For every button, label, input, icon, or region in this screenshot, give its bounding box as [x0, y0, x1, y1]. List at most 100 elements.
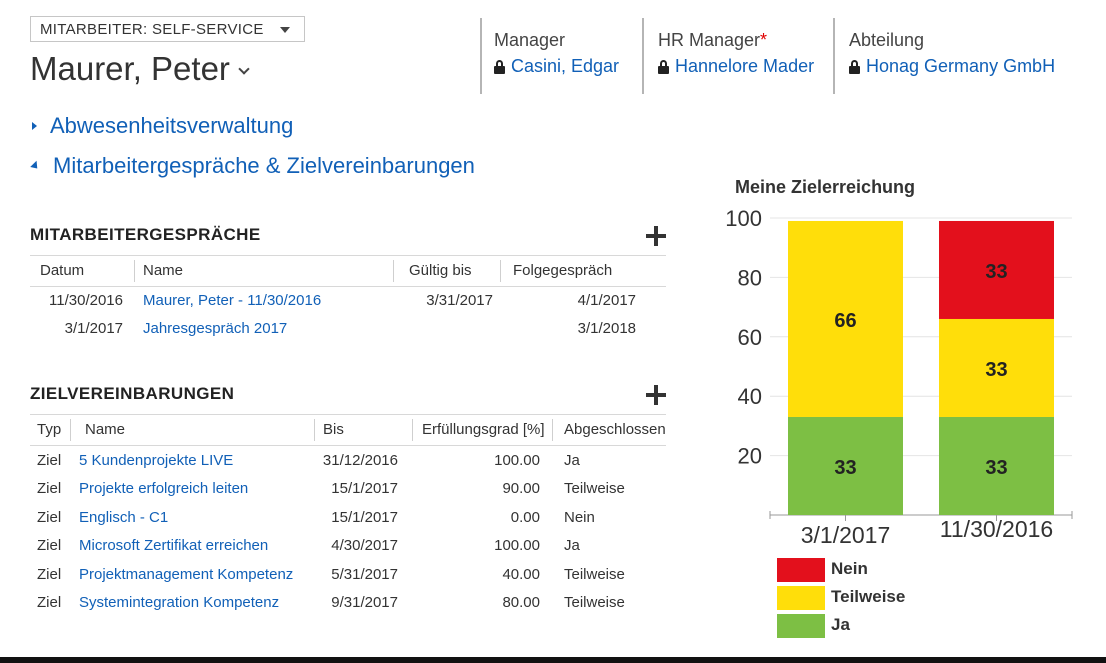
cell-typ: Ziel — [37, 452, 62, 469]
add-review-button[interactable] — [646, 226, 666, 246]
cell-name-link[interactable]: Projektmanagement Kompetenz — [79, 561, 293, 589]
table-row[interactable]: 3/1/2017 Jahresgespräch 2017 3/1/2018 — [30, 315, 666, 343]
cell-name-link[interactable]: 5 Kundenprojekte LIVE — [79, 447, 233, 475]
cell-bis: 15/1/2017 — [331, 509, 398, 526]
lock-icon — [849, 59, 860, 74]
chart-plot: 20 40 60 80 100 33 66 3/1/2017 33 33 33 11/30/2016 — [725, 206, 1073, 548]
y-tick-label: 20 — [738, 444, 762, 469]
cell-abgeschlossen: Teilweise — [564, 480, 625, 497]
manager-link[interactable]: Casini, Edgar — [494, 56, 619, 77]
cell-typ: Ziel — [37, 566, 62, 583]
table-row[interactable]: Ziel Microsoft Zertifikat erreichen 4/30… — [30, 532, 666, 560]
header-field-label: HR Manager — [658, 30, 761, 50]
header-field-manager: Manager Casini, Edgar — [494, 30, 619, 77]
grid-header: Typ Name Bis Erfüllungsgrad [%] Abgeschl… — [30, 414, 666, 446]
table-row[interactable]: Ziel Projektmanagement Kompetenz 5/31/20… — [30, 561, 666, 589]
cell-abgeschlossen: Teilweise — [564, 566, 625, 583]
legend-swatch — [777, 614, 825, 638]
form-selector[interactable]: MITARBEITER: SELF-SERVICE — [30, 16, 305, 42]
data-label: 33 — [985, 261, 1007, 283]
cell-erfuellungsgrad: 80.00 — [502, 594, 540, 611]
abteilung-link[interactable]: Honag Germany GmbH — [849, 56, 1055, 77]
table-row[interactable]: Ziel Englisch - C1 15/1/2017 0.00 Nein — [30, 504, 666, 532]
data-label: 33 — [985, 359, 1007, 381]
cell-erfuellungsgrad: 100.00 — [494, 452, 540, 469]
cell-name-link[interactable]: Systemintegration Kompetenz — [79, 589, 279, 617]
table-row[interactable]: Ziel 5 Kundenprojekte LIVE 31/12/2016 10… — [30, 447, 666, 475]
column-header-erfuellungsgrad[interactable]: Erfüllungsgrad [%] — [422, 415, 545, 445]
table-row[interactable]: Ziel Systemintegration Kompetenz 9/31/20… — [30, 589, 666, 617]
column-header-name[interactable]: Name — [143, 256, 183, 286]
cell-gueltig-bis — [400, 315, 493, 343]
goal-achievement-chart: Meine Zielerreichung 20 40 60 80 100 33 66 3/1/… — [690, 170, 1090, 650]
cell-typ: Ziel — [37, 480, 62, 497]
data-label: 66 — [834, 310, 856, 332]
cell-typ: Ziel — [37, 537, 62, 554]
legend-label: Nein — [831, 559, 868, 578]
add-goal-button[interactable] — [646, 385, 666, 405]
record-title-text: Maurer, Peter — [30, 50, 230, 87]
section-reviews-label: Mitarbeitergespräche & Zielvereinbarunge… — [53, 153, 475, 178]
section-absence-label: Abwesenheitsverwaltung — [50, 113, 294, 138]
column-header-abgeschlossen[interactable]: Abgeschlossen — [564, 415, 666, 445]
grid-header: Datum Name Gültig bis Folgegespräch — [30, 255, 666, 287]
cell-datum: 3/1/2017 — [64, 320, 123, 337]
goals-grid: Typ Name Bis Erfüllungsgrad [%] Abgeschl… — [30, 414, 666, 624]
cell-gueltig-bis: 3/31/2017 — [426, 292, 493, 309]
cell-bis: 9/31/2017 — [331, 594, 398, 611]
y-tick-label: 60 — [738, 325, 762, 350]
y-tick-label: 40 — [738, 384, 762, 409]
reviews-grid: Datum Name Gültig bis Folgegespräch 11/3… — [30, 255, 666, 345]
caret-right-icon — [32, 122, 37, 130]
cell-abgeschlossen: Nein — [564, 509, 595, 526]
header-field-label: Manager — [494, 30, 566, 50]
x-tick-label: 11/30/2016 — [940, 516, 1053, 542]
reviews-grid-title: MITARBEITERGESPRÄCHE — [30, 225, 261, 244]
column-header-bis[interactable]: Bis — [323, 415, 344, 445]
lock-icon — [494, 59, 505, 74]
cell-erfuellungsgrad: 100.00 — [494, 537, 540, 554]
record-title[interactable]: Maurer, Peter — [30, 50, 250, 88]
data-label: 33 — [985, 457, 1007, 479]
legend-swatch — [777, 558, 825, 582]
header-field-abteilung: Abteilung Honag Germany GmbH — [849, 30, 1055, 77]
column-header-gueltig-bis[interactable]: Gültig bis — [409, 256, 472, 286]
required-indicator: * — [760, 30, 768, 50]
cell-name-link[interactable]: Projekte erfolgreich leiten — [79, 475, 248, 503]
cell-bis: 4/30/2017 — [331, 537, 398, 554]
section-absence-toggle[interactable]: Abwesenheitsverwaltung — [30, 113, 293, 139]
table-row[interactable]: 11/30/2016 Maurer, Peter - 11/30/2016 3/… — [30, 287, 666, 315]
cell-abgeschlossen: Ja — [564, 537, 580, 554]
cell-erfuellungsgrad: 90.00 — [502, 480, 540, 497]
cell-typ: Ziel — [37, 509, 62, 526]
header-field-label: Abteilung — [849, 30, 925, 50]
y-tick-label: 100 — [725, 206, 762, 231]
cell-typ: Ziel — [37, 594, 62, 611]
cell-bis: 5/31/2017 — [331, 566, 398, 583]
section-reviews-toggle[interactable]: Mitarbeitergespräche & Zielvereinbarunge… — [30, 153, 475, 179]
lock-icon — [658, 59, 669, 74]
cell-name-link[interactable]: Jahresgespräch 2017 — [143, 315, 287, 343]
x-tick-label: 3/1/2017 — [801, 522, 891, 548]
cell-name-link[interactable]: Maurer, Peter - 11/30/2016 — [143, 287, 321, 315]
header-divider — [833, 18, 835, 94]
table-row[interactable]: Ziel Projekte erfolgreich leiten 15/1/20… — [30, 475, 666, 503]
column-header-typ[interactable]: Typ — [37, 415, 61, 445]
header-field-hr-manager: HR Manager* Hannelore Mader — [658, 30, 814, 77]
column-header-folgegespraech[interactable]: Folgegespräch — [513, 256, 612, 286]
cell-bis: 15/1/2017 — [331, 480, 398, 497]
cell-abgeschlossen: Ja — [564, 452, 580, 469]
header-divider — [480, 18, 482, 94]
cell-folgegespraech: 4/1/2017 — [577, 292, 636, 309]
cell-name-link[interactable]: Microsoft Zertifikat erreichen — [79, 532, 268, 560]
y-tick-label: 80 — [738, 265, 762, 290]
column-header-datum[interactable]: Datum — [40, 256, 84, 286]
cell-bis: 31/12/2016 — [322, 452, 398, 469]
goals-grid-title: ZIELVEREINBARUNGEN — [30, 384, 235, 403]
cell-name-link[interactable]: Englisch - C1 — [79, 504, 168, 532]
column-header-name[interactable]: Name — [85, 415, 125, 445]
header-divider — [642, 18, 644, 94]
hr-manager-link[interactable]: Hannelore Mader — [658, 56, 814, 77]
caret-down-icon — [280, 27, 290, 33]
chevron-down-icon — [238, 63, 250, 75]
